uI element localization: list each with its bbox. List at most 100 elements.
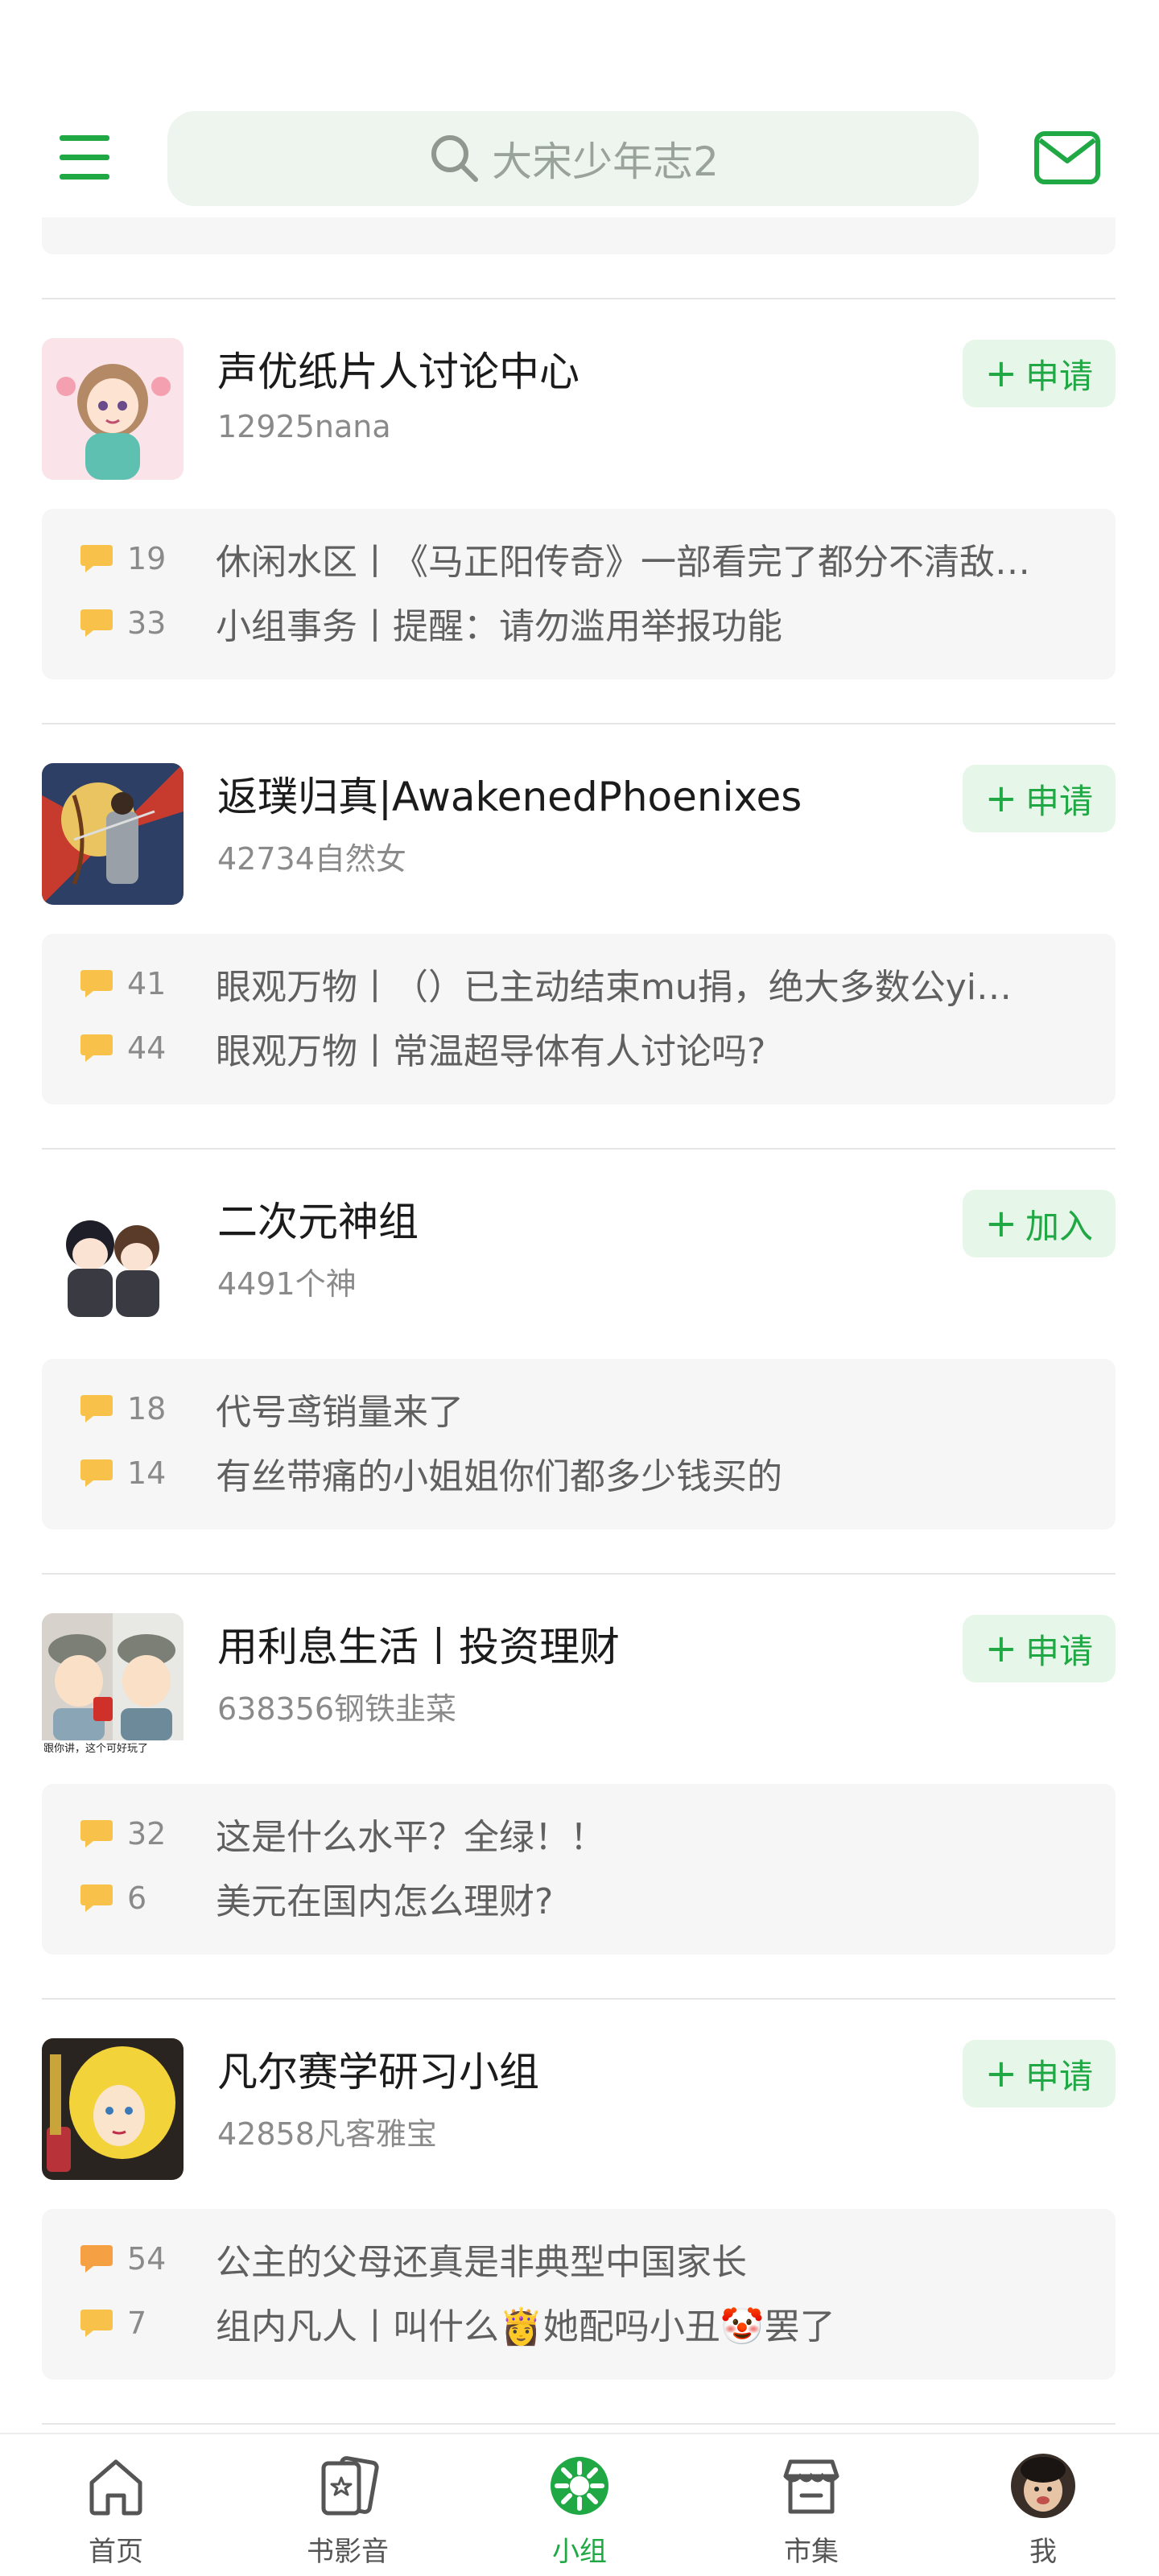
topic-title: 组内凡人丨叫什么👸她配吗小丑🤡罢了 — [216, 2306, 835, 2347]
topic-title: 美元在国内怎么理财? — [216, 1881, 554, 1922]
nav-label: 我 — [1029, 2536, 1057, 2568]
search-placeholder: 大宋少年志2 — [492, 138, 719, 185]
group-name[interactable]: 用利息生活丨投资理财 — [217, 1615, 620, 1673]
topic-title: 休闲水区丨《马正阳传奇》一部看完了都分不清敌… — [216, 542, 1030, 583]
group-name[interactable]: 声优纸片人讨论中心 — [217, 340, 580, 398]
group-member-info: 42734自然女 — [217, 841, 406, 877]
topic-title: 代号鸢销量来了 — [216, 1392, 464, 1433]
join-button-label: 加入 — [1025, 1206, 1093, 1246]
nav-media[interactable]: 书影音 — [232, 2434, 464, 2576]
market-icon — [783, 2459, 839, 2514]
cells-at-work-avatar-image: 跟你讲，这个可好玩了 — [42, 1613, 184, 1755]
group-name[interactable]: 二次元神组 — [217, 1190, 419, 1248]
comment-bubble-icon — [80, 1885, 113, 1912]
nav-home[interactable]: 首页 — [0, 2434, 232, 2576]
apply-button-label: 申请 — [1025, 2056, 1093, 2096]
group-name[interactable]: 返璞归真|AwakenedPhoenixes — [217, 765, 802, 823]
group-member-info: 12925nana — [217, 409, 391, 444]
divider — [42, 1148, 1116, 1150]
comment-count: 32 — [127, 1816, 167, 1852]
hot-topics: 54 公主的父母还真是非典型中国家长 7 组内凡人丨叫什么👸她配吗小丑🤡罢了 — [42, 2209, 1116, 2380]
topic-row[interactable]: 18 代号鸢销量来了 — [79, 1385, 1085, 1433]
group-avatar[interactable] — [42, 1188, 184, 1330]
divider — [42, 723, 1116, 724]
divider — [42, 1573, 1116, 1575]
profile-avatar — [1011, 2454, 1075, 2518]
comment-count: 44 — [127, 1030, 167, 1066]
nav-label: 书影音 — [307, 2536, 389, 2568]
menu-button[interactable] — [48, 127, 121, 188]
comment-bubble-icon — [80, 1034, 113, 1062]
apply-button[interactable]: + 申请 — [962, 340, 1116, 407]
hot-topics: 18 代号鸢销量来了 14 有丝带痛的小姐姐你们都多少钱买的 — [42, 1359, 1116, 1530]
nav-group[interactable]: 小组 — [464, 2434, 695, 2576]
bottom-navigation: 首页 书影音 小组 市集 我 — [0, 2433, 1159, 2576]
divider — [42, 2423, 1116, 2425]
mail-icon — [1034, 131, 1100, 184]
hot-topics: 32 这是什么水平？全绿！！ 6 美元在国内怎么理财? — [42, 1784, 1116, 1955]
topic-title: 眼观万物丨常温超导体有人讨论吗? — [216, 1031, 766, 1072]
anime-girl-avatar-image — [42, 338, 184, 480]
plus-icon: + — [984, 776, 1017, 821]
plus-icon: + — [984, 1626, 1017, 1671]
group-name[interactable]: 凡尔赛学研习小组 — [217, 2040, 539, 2098]
group-avatar[interactable] — [42, 2038, 184, 2180]
topic-title: 这是什么水平？全绿！！ — [216, 1817, 605, 1858]
topic-row[interactable]: 44 眼观万物丨常温超导体有人讨论吗? — [79, 1024, 1085, 1072]
group-avatar[interactable] — [42, 763, 184, 905]
plus-icon: + — [984, 351, 1017, 396]
apply-button-label: 申请 — [1025, 356, 1093, 396]
search-icon — [431, 135, 479, 182]
apply-button-label: 申请 — [1025, 1631, 1093, 1671]
topic-title: 公主的父母还真是非典型中国家长 — [216, 2242, 747, 2283]
apply-button[interactable]: + 申请 — [962, 765, 1116, 832]
group-avatar[interactable] — [42, 338, 184, 480]
comment-count: 14 — [127, 1455, 167, 1491]
hamburger-menu-icon — [60, 135, 109, 180]
topic-row[interactable]: 32 这是什么水平？全绿！！ — [79, 1810, 1085, 1858]
comment-bubble-icon — [80, 545, 113, 572]
hot-topics: 19 休闲水区丨《马正阳传奇》一部看完了都分不清敌… 33 小组事务丨提醒：请勿… — [42, 509, 1116, 679]
topic-row[interactable]: 41 眼观万物丨（）已主动结束mu捐，绝大多数公yi… — [79, 960, 1085, 1008]
plus-icon: + — [984, 2051, 1017, 2096]
nav-label: 小组 — [552, 2536, 607, 2568]
comment-bubble-icon — [80, 1395, 113, 1422]
comment-bubble-icon — [80, 1459, 113, 1487]
previous-card-tail — [42, 217, 1116, 254]
plus-icon: + — [984, 1201, 1017, 1246]
divider — [42, 298, 1116, 299]
group-avatar[interactable]: 跟你讲，这个可好玩了 — [42, 1613, 184, 1755]
top-bar: 大宋少年志2 — [0, 0, 1159, 217]
topic-row[interactable]: 54 公主的父母还真是非典型中国家长 — [79, 2235, 1085, 2283]
comment-count: 33 — [127, 605, 167, 641]
apply-button[interactable]: + 申请 — [962, 1615, 1116, 1682]
nav-market[interactable]: 市集 — [695, 2434, 927, 2576]
topic-row[interactable]: 6 美元在国内怎么理财? — [79, 1874, 1085, 1922]
group-member-info: 4491个神 — [217, 1266, 357, 1302]
topic-title: 小组事务丨提醒：请勿滥用举报功能 — [216, 606, 782, 647]
nav-me[interactable]: 我 — [927, 2434, 1159, 2576]
topic-row[interactable]: 7 组内凡人丨叫什么👸她配吗小丑🤡罢了 — [79, 2299, 1085, 2347]
home-icon — [89, 2459, 142, 2516]
comment-count: 7 — [127, 2306, 147, 2341]
archer-avatar-image — [42, 763, 184, 905]
group-member-info: 638356钢铁韭菜 — [217, 1691, 457, 1727]
topic-title: 有丝带痛的小姐姐你们都多少钱买的 — [216, 1456, 782, 1497]
nav-label: 首页 — [89, 2536, 143, 2568]
hot-topics: 41 眼观万物丨（）已主动结束mu捐，绝大多数公yi… 44 眼观万物丨常温超导… — [42, 934, 1116, 1104]
comment-bubble-icon — [80, 1820, 113, 1847]
apply-button[interactable]: + 申请 — [962, 2040, 1116, 2107]
topic-row[interactable]: 19 休闲水区丨《马正阳传奇》一部看完了都分不清敌… — [79, 535, 1085, 583]
join-button[interactable]: + 加入 — [962, 1190, 1116, 1257]
topic-row[interactable]: 14 有丝带痛的小姐姐你们都多少钱买的 — [79, 1449, 1085, 1497]
search-bar[interactable]: 大宋少年志2 — [167, 111, 979, 206]
topic-row[interactable]: 33 小组事务丨提醒：请勿滥用举报功能 — [79, 599, 1085, 647]
rose-of-versailles-avatar-image — [42, 2038, 184, 2180]
comment-count: 18 — [127, 1391, 167, 1426]
apply-button-label: 申请 — [1025, 781, 1093, 821]
topic-title: 眼观万物丨（）已主动结束mu捐，绝大多数公yi… — [216, 967, 1013, 1008]
comment-count: 19 — [127, 541, 167, 576]
media-icon — [321, 2456, 379, 2516]
cartoon-duo-avatar-image — [42, 1188, 184, 1330]
messages-button[interactable] — [1032, 127, 1103, 188]
